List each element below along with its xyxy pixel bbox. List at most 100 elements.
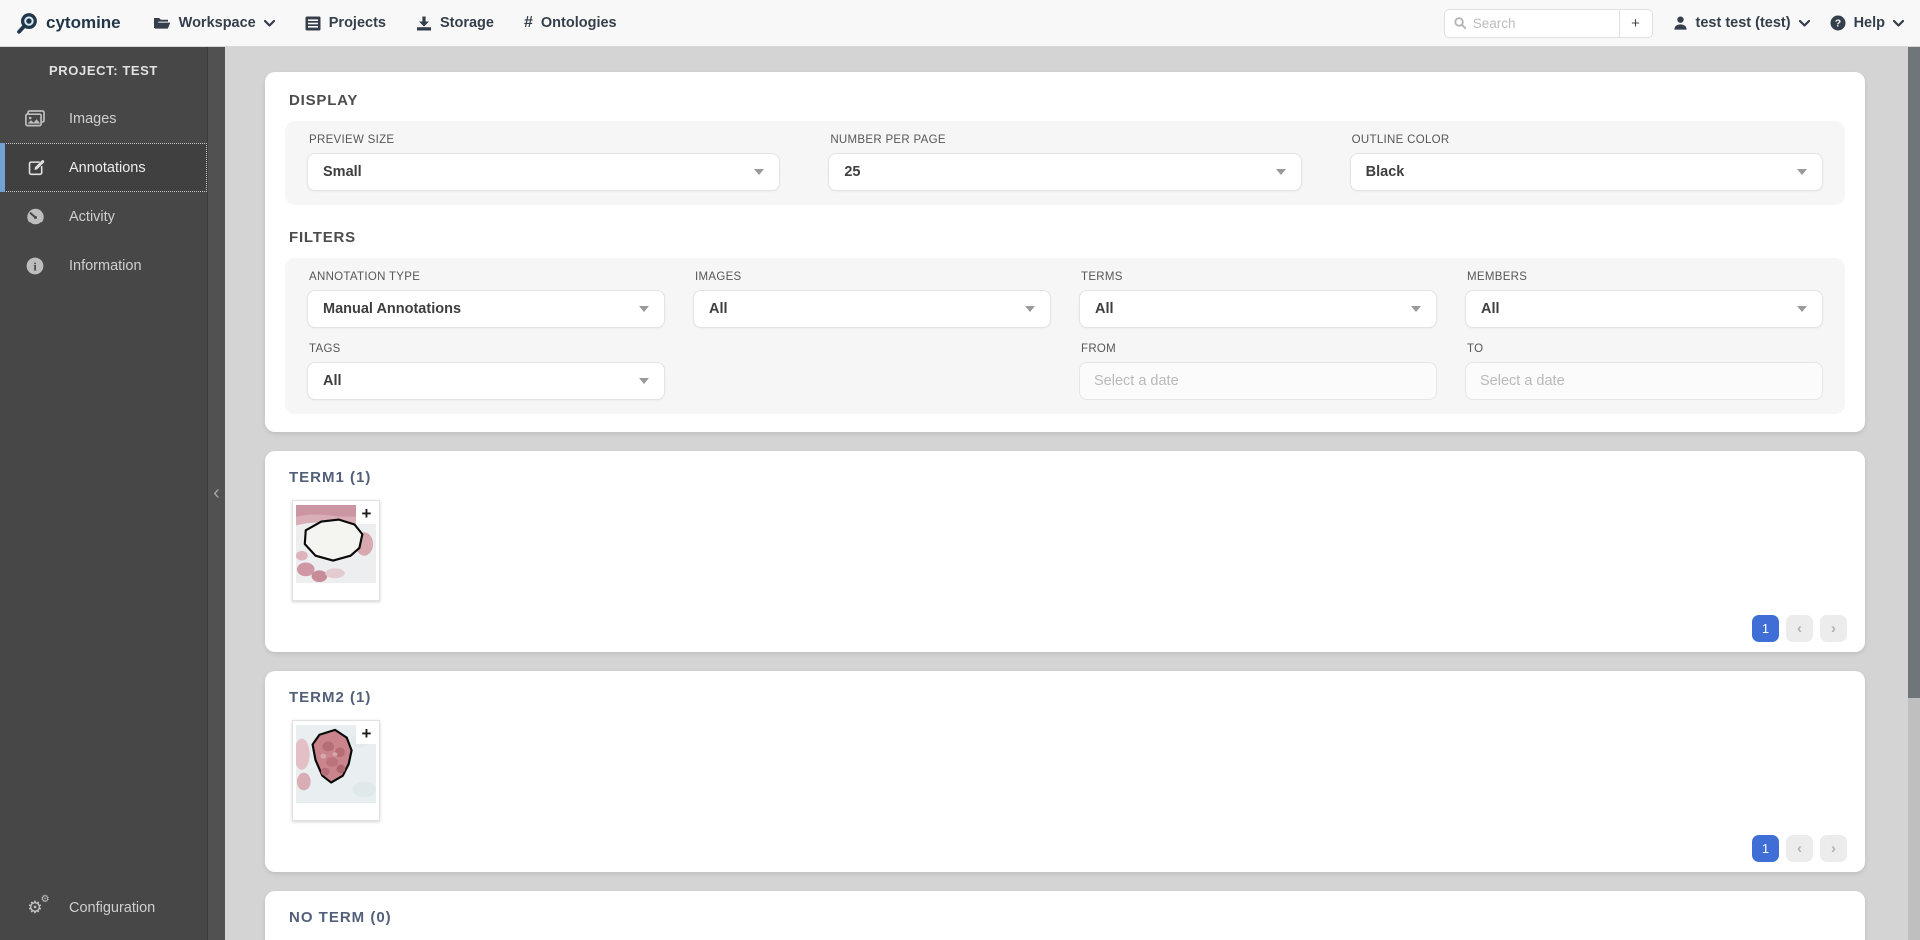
- page-scrollbar[interactable]: [1908, 47, 1920, 940]
- help-menu[interactable]: ? Help: [1830, 15, 1904, 31]
- from-date-input[interactable]: [1079, 362, 1437, 400]
- outline-color-select[interactable]: Black: [1350, 153, 1823, 191]
- main-menu: Workspace Projects Storage # Ontologies: [153, 14, 617, 32]
- caret-down-icon: [1025, 306, 1035, 312]
- number-per-page-select[interactable]: 25: [828, 153, 1301, 191]
- to-date-input[interactable]: [1465, 362, 1823, 400]
- add-annotation-term-button[interactable]: +: [356, 503, 377, 524]
- search-icon: [1454, 16, 1466, 30]
- chevron-left-icon: ‹: [1797, 620, 1802, 637]
- hash-icon: #: [524, 14, 533, 32]
- menu-item-storage[interactable]: Storage: [416, 15, 494, 31]
- images-filter-value: All: [709, 301, 728, 317]
- user-menu[interactable]: test test (test): [1673, 15, 1810, 31]
- images-filter-field: IMAGES All: [693, 268, 1051, 328]
- no-term-heading: NO TERM (0): [289, 909, 1849, 926]
- term2-pagination: 1 ‹ ›: [285, 835, 1849, 862]
- filters-panel: ANNOTATION TYPE Manual Annotations IMAGE…: [285, 258, 1845, 414]
- images-filter-label: IMAGES: [695, 271, 1051, 283]
- collapse-chevron-icon: ‹: [213, 482, 220, 505]
- sidebar-item-label: Activity: [69, 209, 115, 225]
- sidebar-item-annotations[interactable]: Annotations: [0, 143, 207, 192]
- caret-down-icon: [754, 169, 764, 175]
- sidebar-item-activity[interactable]: Activity: [0, 192, 207, 241]
- term1-section-card: TERM1 (1) + 1 ‹ ›: [265, 451, 1865, 652]
- chevron-right-icon: ›: [1831, 840, 1836, 857]
- folder-open-icon: [153, 16, 171, 31]
- terms-filter-select[interactable]: All: [1079, 290, 1437, 328]
- sidebar-item-label: Information: [69, 258, 142, 274]
- annotation-type-field: ANNOTATION TYPE Manual Annotations: [307, 268, 665, 328]
- term2-section-card: TERM2 (1) + 1 ‹: [265, 671, 1865, 872]
- number-per-page-field: NUMBER PER PAGE 25: [828, 131, 1301, 191]
- number-per-page-label: NUMBER PER PAGE: [830, 134, 1301, 146]
- members-filter-select[interactable]: All: [1465, 290, 1823, 328]
- question-mark-glyph: ?: [1834, 18, 1840, 30]
- page-button-1[interactable]: 1: [1752, 835, 1779, 862]
- project-sidebar: PROJECT: TEST Images Annotations: [0, 47, 225, 940]
- search-input[interactable]: [1473, 16, 1610, 31]
- preview-size-value: Small: [323, 164, 362, 180]
- display-filters-card: DISPLAY PREVIEW SIZE Small NUMBER PER PA…: [265, 72, 1865, 432]
- tags-filter-select[interactable]: All: [307, 362, 665, 400]
- sidebar-item-label: Annotations: [69, 160, 146, 176]
- menu-label: Projects: [329, 15, 386, 31]
- activity-gauge-icon: [26, 208, 45, 226]
- sidebar-item-information[interactable]: i Information: [0, 241, 207, 290]
- terms-filter-field: TERMS All: [1079, 268, 1437, 328]
- next-page-button[interactable]: ›: [1820, 615, 1847, 642]
- user-name-label: test test (test): [1696, 15, 1791, 31]
- tags-filter-label: TAGS: [309, 343, 665, 355]
- display-panel: PREVIEW SIZE Small NUMBER PER PAGE 25 OU…: [285, 121, 1845, 205]
- sidebar-item-configuration[interactable]: ⚙⚙ Configuration: [0, 883, 207, 932]
- sidebar-item-images[interactable]: Images: [0, 94, 207, 143]
- term1-heading: TERM1 (1): [289, 469, 1849, 486]
- to-date-field: TO: [1465, 340, 1823, 400]
- caret-down-icon: [1276, 169, 1286, 175]
- scrollbar-thumb[interactable]: [1908, 47, 1920, 698]
- previous-page-button[interactable]: ‹: [1786, 835, 1813, 862]
- menu-item-projects[interactable]: Projects: [305, 15, 386, 31]
- storage-download-icon: [416, 16, 432, 31]
- annotation-thumbnail-term1[interactable]: +: [292, 500, 380, 601]
- chevron-down-icon: [264, 20, 275, 27]
- to-date-label: TO: [1467, 343, 1823, 355]
- annotation-type-select[interactable]: Manual Annotations: [307, 290, 665, 328]
- cytomine-logo[interactable]: cytomine: [16, 12, 121, 35]
- outline-color-label: OUTLINE COLOR: [1352, 134, 1823, 146]
- caret-down-icon: [639, 378, 649, 384]
- from-date-field: FROM: [1079, 340, 1437, 400]
- caret-down-icon: [1411, 306, 1421, 312]
- chevron-left-icon: ‹: [1797, 840, 1802, 857]
- members-filter-label: MEMBERS: [1467, 271, 1823, 283]
- sidebar-collapse-handle[interactable]: ‹: [207, 47, 225, 940]
- annotation-thumbnail-term2[interactable]: +: [292, 720, 380, 821]
- images-filter-select[interactable]: All: [693, 290, 1051, 328]
- search-group: +: [1444, 9, 1653, 38]
- page-button-1[interactable]: 1: [1752, 615, 1779, 642]
- annotation-type-label: ANNOTATION TYPE: [309, 271, 665, 283]
- configuration-gears-icon: ⚙⚙: [27, 899, 42, 916]
- term2-heading: TERM2 (1): [289, 689, 1849, 706]
- filters-heading: FILTERS: [289, 229, 1845, 246]
- term1-pagination: 1 ‹ ›: [285, 615, 1849, 642]
- help-label: Help: [1854, 15, 1885, 31]
- add-annotation-term-button[interactable]: +: [356, 723, 377, 744]
- user-icon: [1673, 15, 1688, 31]
- chevron-right-icon: ›: [1831, 620, 1836, 637]
- menu-label: Workspace: [179, 15, 256, 31]
- sidebar-item-label: Configuration: [69, 900, 155, 916]
- tags-filter-value: All: [323, 373, 342, 389]
- outline-color-value: Black: [1366, 164, 1405, 180]
- menu-item-ontologies[interactable]: # Ontologies: [524, 14, 617, 32]
- preview-size-select[interactable]: Small: [307, 153, 780, 191]
- add-workspace-button[interactable]: +: [1620, 9, 1653, 38]
- menu-item-workspace[interactable]: Workspace: [153, 15, 275, 31]
- filters-spacer: [693, 340, 1051, 400]
- chevron-down-icon: [1893, 20, 1904, 27]
- annotation-type-value: Manual Annotations: [323, 301, 461, 317]
- sidebar-item-label: Images: [69, 111, 117, 127]
- previous-page-button[interactable]: ‹: [1786, 615, 1813, 642]
- next-page-button[interactable]: ›: [1820, 835, 1847, 862]
- navbar-right: + test test (test) ? Help: [1444, 9, 1905, 38]
